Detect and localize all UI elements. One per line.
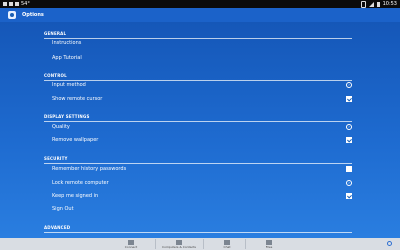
bluetooth-icon	[360, 0, 366, 8]
nav-label: Computers & Contacts	[162, 245, 196, 249]
option-remove-wallpaper[interactable]: Remove wallpaper	[52, 136, 352, 145]
section-title: ADVANCED	[44, 225, 352, 233]
keep-me-signed-in-checkbox[interactable]	[346, 193, 352, 199]
section-advanced: ADVANCED	[44, 225, 352, 233]
settings-gear-icon[interactable]	[387, 241, 392, 246]
nav-connect[interactable]: Connect	[108, 238, 154, 250]
nav-label: Chat	[223, 245, 231, 249]
option-label: Input method	[52, 82, 86, 88]
status-bar: 54° 10:53	[0, 0, 400, 8]
show-remote-cursor-checkbox[interactable]	[346, 96, 352, 102]
option-app-tutorial[interactable]: App Tutorial	[52, 54, 352, 63]
section-security: SECURITY	[44, 156, 352, 164]
option-label: App Tutorial	[52, 55, 82, 61]
chevron-right-icon: ›	[346, 180, 352, 186]
battery-icon	[376, 1, 380, 7]
chevron-right-icon: ›	[346, 124, 352, 130]
option-label: Remove wallpaper	[52, 137, 99, 143]
clock-text: 10:53	[382, 1, 397, 7]
weather-icon	[15, 2, 19, 6]
option-instructions[interactable]: Instructions	[52, 39, 352, 48]
section-general: GENERAL	[44, 31, 352, 39]
option-label: Keep me signed in	[52, 193, 99, 199]
signal-icon	[368, 1, 374, 7]
section-title: SECURITY	[44, 156, 352, 164]
option-label: Quality	[52, 124, 70, 130]
option-label: Show remote cursor	[52, 96, 103, 102]
section-title: GENERAL	[44, 31, 352, 39]
option-keep-me-signed-in[interactable]: Keep me signed in	[52, 192, 352, 201]
teamviewer-logo-icon[interactable]	[8, 11, 16, 19]
section-title: CONTROL	[44, 73, 352, 81]
remember-history-passwords-checkbox[interactable]	[346, 166, 352, 172]
nav-files[interactable]: Files	[246, 238, 292, 250]
option-input-method[interactable]: Input method ›	[52, 81, 352, 90]
section-display-settings: DISPLAY SETTINGS	[44, 114, 352, 122]
section-control: CONTROL	[44, 73, 352, 81]
nav-label: Connect	[124, 245, 138, 249]
option-label: Lock remote computer	[52, 180, 109, 186]
chevron-right-icon: ›	[346, 82, 352, 88]
option-show-remote-cursor[interactable]: Show remote cursor	[52, 95, 352, 104]
nav-computers-contacts[interactable]: Computers & Contacts	[156, 238, 202, 250]
gallery-icon	[9, 2, 13, 6]
option-sign-out[interactable]: Sign Out	[52, 205, 352, 214]
title-bar: Options	[0, 8, 400, 22]
temperature-text: 54°	[21, 1, 30, 7]
options-list: GENERAL Instructions App Tutorial CONTRO…	[0, 22, 400, 238]
option-remember-history-passwords[interactable]: Remember history passwords	[52, 165, 352, 174]
option-label: Remember history passwords	[52, 166, 127, 172]
status-left: 54°	[3, 0, 30, 8]
section-title: DISPLAY SETTINGS	[44, 114, 352, 122]
remove-wallpaper-checkbox[interactable]	[346, 137, 352, 143]
option-lock-remote-computer[interactable]: Lock remote computer ›	[52, 179, 352, 188]
notification-icon	[3, 2, 7, 6]
nav-chat[interactable]: Chat	[204, 238, 250, 250]
nav-label: Files	[265, 245, 273, 249]
bottom-navigation: Connect Computers & Contacts Chat Files	[0, 238, 400, 250]
option-quality[interactable]: Quality ›	[52, 123, 352, 132]
option-label: Sign Out	[52, 206, 74, 212]
page-title: Options	[22, 12, 44, 18]
status-right: 10:53	[360, 0, 397, 8]
option-label: Instructions	[52, 40, 82, 46]
